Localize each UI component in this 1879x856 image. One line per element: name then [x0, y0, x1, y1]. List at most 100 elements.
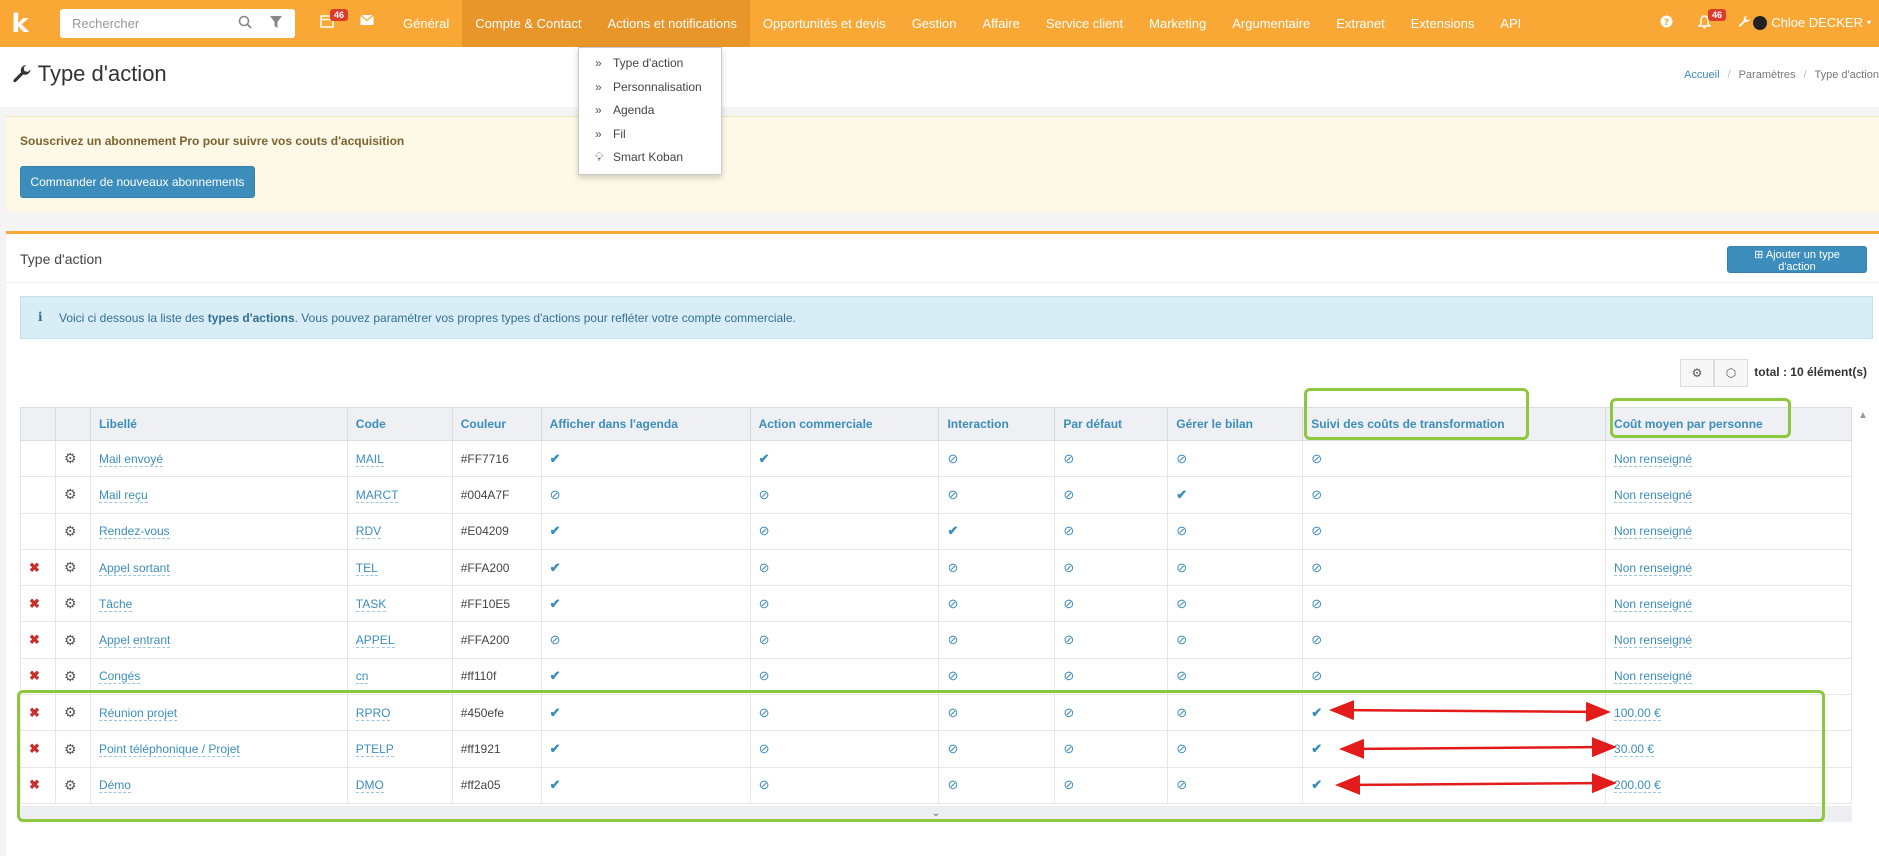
header-agenda[interactable]: Afficher dans l'agenda	[540, 407, 751, 441]
scroll-up-icon[interactable]: ▲	[1858, 410, 1868, 421]
cell-commercial[interactable]: ✔	[749, 439, 940, 478]
cell-interaction[interactable]: ⊘	[938, 476, 1056, 514]
header-couleur[interactable]: Couleur	[451, 407, 542, 441]
add-action-type-button[interactable]: ⊞ Ajouter un type d'action	[1727, 246, 1867, 273]
cell-libelle[interactable]: Mail envoyé	[89, 439, 348, 478]
delete-icon[interactable]: ✖	[29, 596, 40, 611]
cell-default[interactable]: ⊘	[1054, 621, 1169, 659]
cell-couleur[interactable]: #FF10E5	[451, 585, 542, 623]
disabled-icon[interactable]: ⊘	[947, 560, 958, 575]
cell-couleur[interactable]: #E04209	[451, 512, 542, 550]
disabled-icon[interactable]: ⊘	[1063, 451, 1074, 466]
cell-default[interactable]: ⊘	[1054, 476, 1169, 514]
nav-argumentaire[interactable]: Argumentaire	[1219, 0, 1323, 47]
dropdown-item-smart-koban[interactable]: 💡︎ Smart Koban	[579, 146, 721, 170]
cell-commercial[interactable]: ⊘	[749, 548, 940, 587]
cell-agenda[interactable]: ✔	[540, 512, 751, 550]
disabled-icon[interactable]: ⊘	[1311, 487, 1322, 502]
cell-cout-moyen[interactable]: Non renseigné	[1605, 439, 1852, 478]
gear-icon[interactable]: ⚙	[64, 632, 77, 648]
cell-couleur[interactable]: #FF7716	[451, 439, 542, 478]
cell-cout-moyen[interactable]: Non renseigné	[1605, 548, 1852, 587]
cell-couleur[interactable]: #004A7F	[451, 476, 542, 514]
nav-compte-contact[interactable]: Compte & Contact	[462, 0, 595, 47]
wrench-icon[interactable]	[1738, 15, 1751, 31]
cell-bilan[interactable]: ⊘	[1167, 439, 1304, 478]
cell-code[interactable]: MARCT	[346, 476, 453, 514]
cell-default[interactable]: ⊘	[1054, 548, 1169, 587]
disabled-icon[interactable]: ⊘	[1176, 560, 1187, 575]
cell-bilan[interactable]: ⊘	[1167, 621, 1304, 659]
cell-suivi[interactable]: ⊘	[1302, 621, 1607, 659]
cell-suivi[interactable]: ⊘	[1302, 585, 1607, 623]
disabled-icon[interactable]: ⊘	[1063, 668, 1074, 683]
disabled-icon[interactable]: ⊘	[1311, 560, 1322, 575]
disabled-icon[interactable]: ⊘	[947, 596, 958, 611]
breadcrumb-home[interactable]: Accueil	[1684, 69, 1719, 81]
cell-interaction[interactable]: ⊘	[938, 439, 1056, 478]
cell-suivi[interactable]: ⊘	[1302, 439, 1607, 478]
check-icon[interactable]: ✔	[550, 668, 561, 683]
cell-couleur[interactable]: #FFA200	[451, 548, 542, 587]
disabled-icon[interactable]: ⊘	[759, 632, 770, 647]
help-icon[interactable]: ?	[1660, 15, 1673, 31]
nav-actions-notifications[interactable]: Actions et notifications	[594, 0, 750, 47]
filter-icon[interactable]	[270, 15, 282, 32]
disabled-icon[interactable]: ⊘	[759, 523, 770, 538]
nav-service-client[interactable]: Service client	[1033, 0, 1136, 47]
cell-commercial[interactable]: ⊘	[749, 476, 940, 514]
cell-suivi[interactable]: ⊘	[1302, 548, 1607, 587]
check-icon[interactable]: ✔	[550, 451, 561, 466]
cell-agenda[interactable]: ⊘	[540, 621, 751, 659]
settings-cogs-button[interactable]: ⚙	[1680, 359, 1714, 387]
cell-couleur[interactable]: #FFA200	[451, 621, 542, 659]
cell-interaction[interactable]: ⊘	[938, 585, 1056, 623]
search-input[interactable]	[70, 10, 240, 37]
delete-icon[interactable]: ✖	[29, 560, 40, 575]
cell-code[interactable]: MAIL	[346, 439, 453, 478]
dropdown-item-personnalisation[interactable]: » Personnalisation	[579, 76, 721, 100]
cell-commercial[interactable]: ⊘	[749, 512, 940, 550]
cell-cout-moyen[interactable]: Non renseigné	[1605, 476, 1852, 514]
dropdown-item-type-action[interactable]: » Type d'action	[579, 52, 721, 76]
check-icon[interactable]: ✔	[1176, 487, 1187, 502]
cell-default[interactable]: ⊘	[1054, 439, 1169, 478]
cell-libelle[interactable]: Rendez-vous	[89, 512, 348, 550]
check-icon[interactable]: ✔	[759, 451, 770, 466]
delete-icon[interactable]: ✖	[29, 632, 40, 647]
disabled-icon[interactable]: ⊘	[759, 560, 770, 575]
nav-marketing[interactable]: Marketing	[1136, 0, 1219, 47]
export-cube-button[interactable]: ⬡	[1714, 359, 1748, 387]
header-commercial[interactable]: Action commerciale	[749, 407, 940, 441]
cell-interaction[interactable]: ⊘	[938, 548, 1056, 587]
gear-icon[interactable]: ⚙	[64, 486, 77, 502]
cell-commercial[interactable]: ⊘	[749, 585, 940, 623]
check-icon[interactable]: ✔	[550, 560, 561, 575]
check-icon[interactable]: ✔	[550, 523, 561, 538]
nav-general[interactable]: Général	[390, 0, 462, 47]
header-libelle[interactable]: Libellé	[89, 407, 348, 441]
gear-icon[interactable]: ⚙	[64, 559, 77, 575]
disabled-icon[interactable]: ⊘	[947, 451, 958, 466]
header-interaction[interactable]: Interaction	[938, 407, 1056, 441]
cell-code[interactable]: RDV	[346, 512, 453, 550]
nav-api[interactable]: API	[1487, 0, 1534, 47]
disabled-icon[interactable]: ⊘	[947, 668, 958, 683]
cell-code[interactable]: TASK	[346, 585, 453, 623]
cell-default[interactable]: ⊘	[1054, 585, 1169, 623]
cell-libelle[interactable]: Appel entrant	[89, 621, 348, 659]
cell-libelle[interactable]: Mail reçu	[89, 476, 348, 514]
mail-icon[interactable]	[360, 14, 374, 29]
disabled-icon[interactable]: ⊘	[1311, 596, 1322, 611]
cell-default[interactable]: ⊘	[1054, 512, 1169, 550]
disabled-icon[interactable]: ⊘	[1063, 632, 1074, 647]
disabled-icon[interactable]: ⊘	[759, 487, 770, 502]
disabled-icon[interactable]: ⊘	[759, 596, 770, 611]
cell-agenda[interactable]: ✔	[540, 548, 751, 587]
disabled-icon[interactable]: ⊘	[759, 668, 770, 683]
disabled-icon[interactable]: ⊘	[1176, 632, 1187, 647]
cell-interaction[interactable]: ✔	[938, 512, 1056, 550]
delete-icon[interactable]: ✖	[29, 668, 40, 683]
disabled-icon[interactable]: ⊘	[1176, 523, 1187, 538]
search-icon[interactable]	[238, 15, 252, 32]
